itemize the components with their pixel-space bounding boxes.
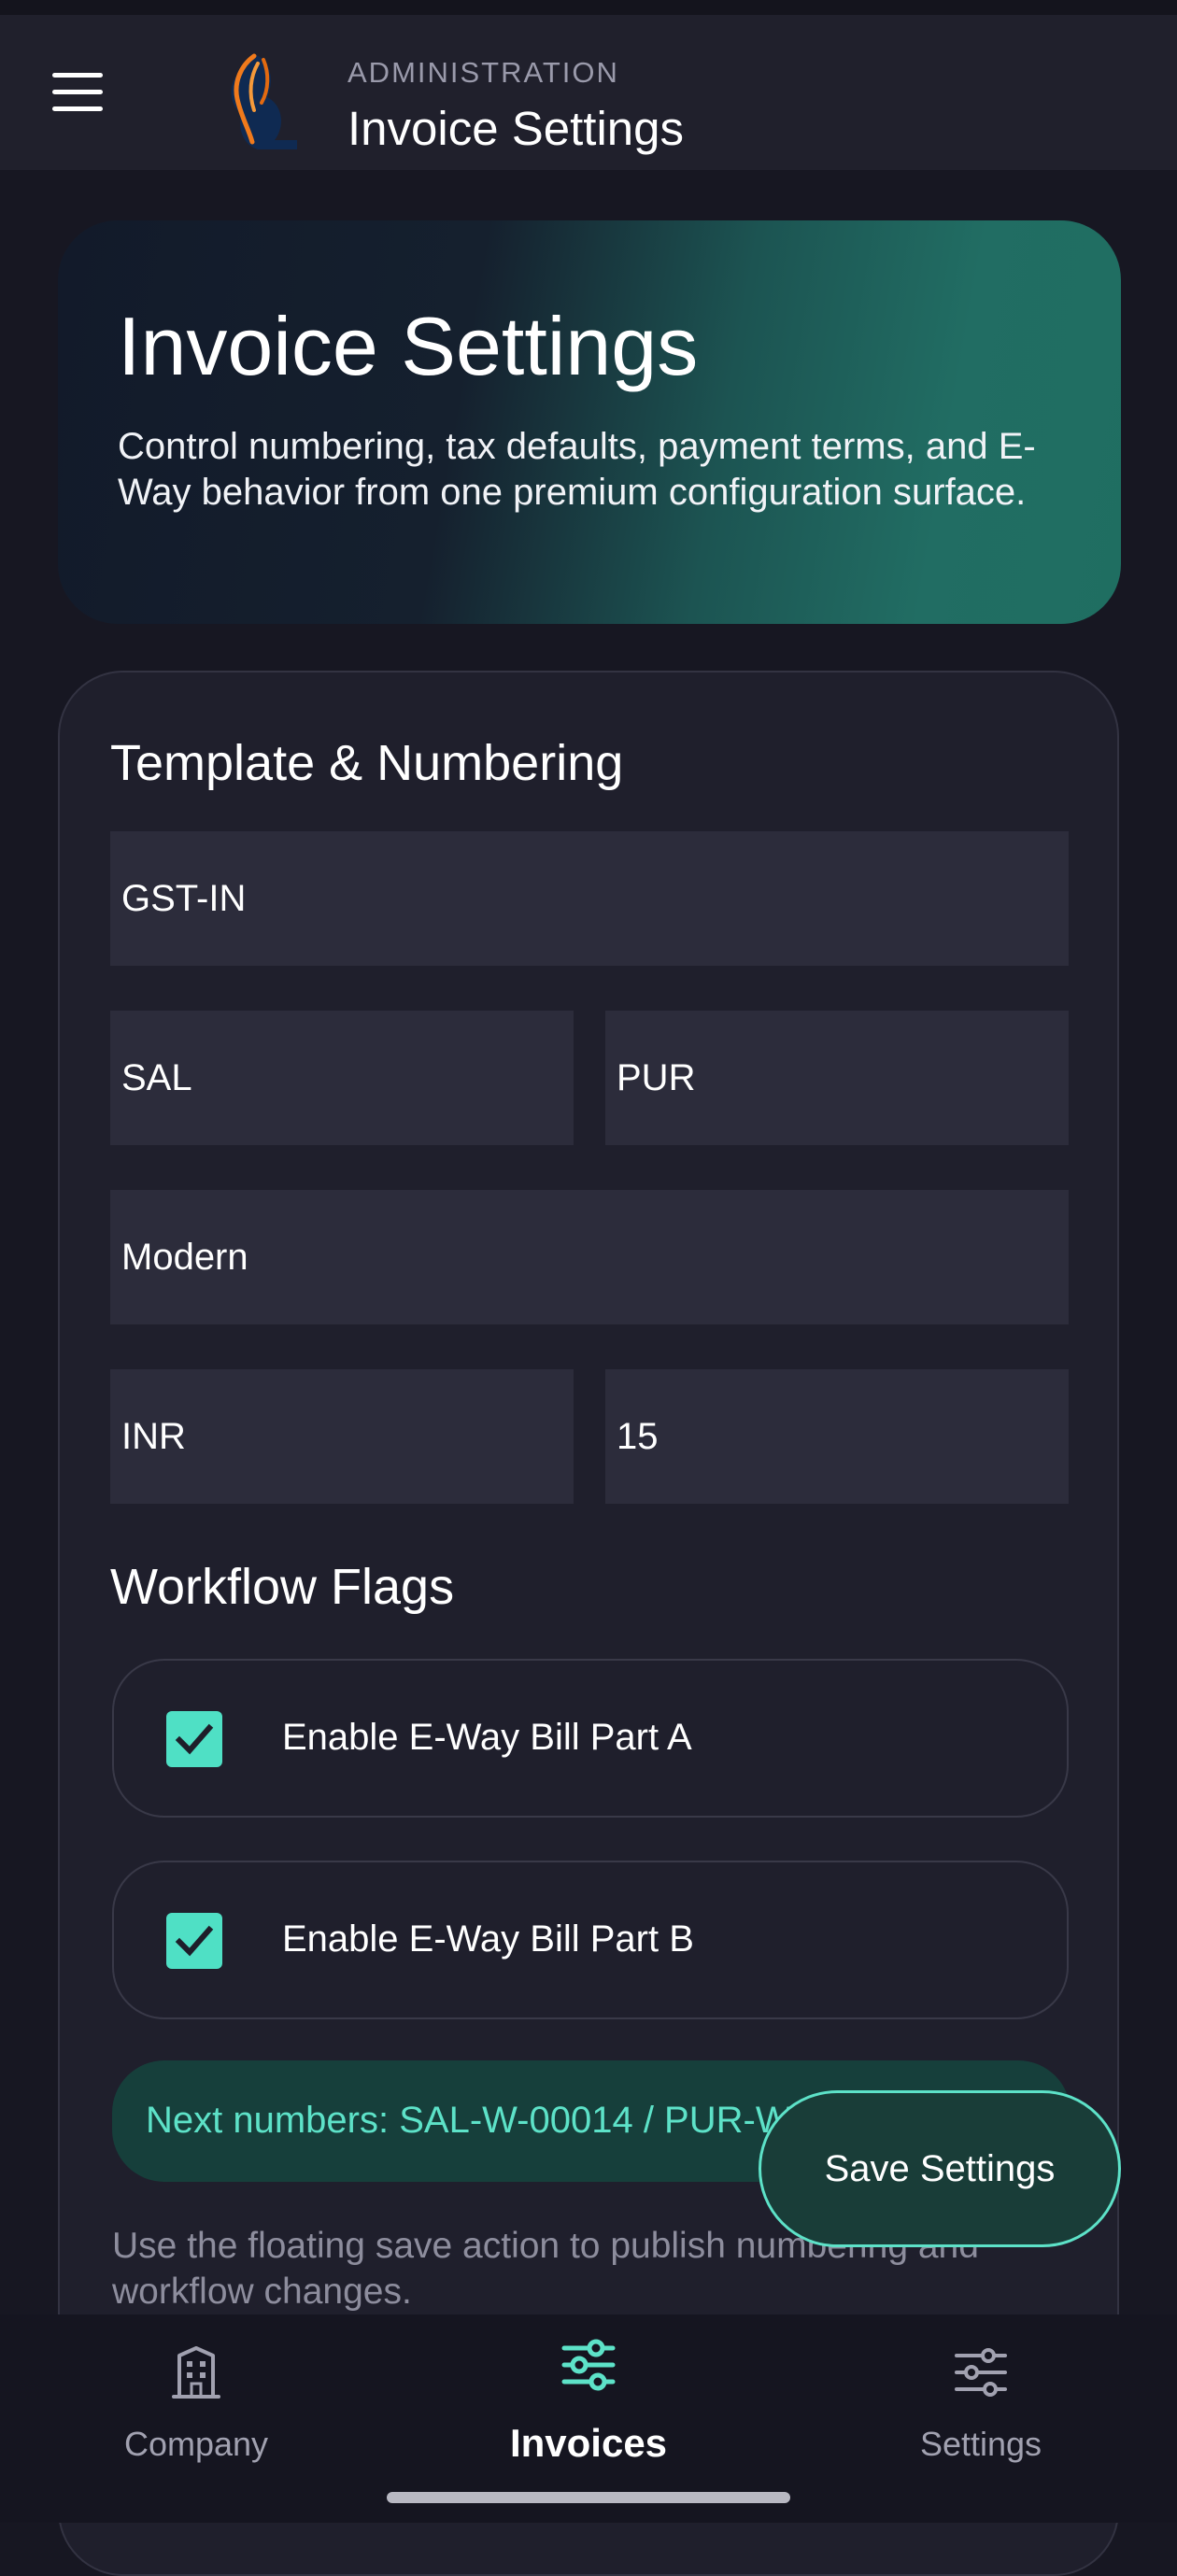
settings-card: Template & Numbering Workflow Flags Enab…: [58, 671, 1119, 2576]
flag-row-eway-part-b[interactable]: Enable E-Way Bill Part B: [112, 1861, 1069, 2019]
hero-description: Control numbering, tax defaults, payment…: [118, 426, 1036, 513]
currency-field[interactable]: [110, 1369, 574, 1504]
sliders-icon: [955, 2348, 1007, 2397]
payment-days-field[interactable]: [605, 1369, 1069, 1504]
menu-icon: [52, 73, 103, 78]
flag-label-eway-part-a: Enable E-Way Bill Part A: [282, 1717, 692, 1758]
home-indicator[interactable]: [387, 2492, 790, 2503]
building-icon: [172, 2346, 220, 2399]
sales-prefix-field[interactable]: [110, 1011, 574, 1145]
template-code-field[interactable]: [110, 831, 1069, 966]
menu-button[interactable]: [47, 69, 108, 118]
flag-label-eway-part-b: Enable E-Way Bill Part B: [282, 1918, 694, 1960]
checkbox-eway-part-a[interactable]: [166, 1711, 222, 1767]
nav-label-invoices: Invoices: [509, 2421, 668, 2465]
nav-item-settings[interactable]: Settings: [841, 2314, 1121, 2501]
conch-shell-logo: [231, 53, 297, 149]
app-bar-overline: ADMINISTRATION: [347, 56, 619, 89]
check-icon: [175, 1925, 214, 1957]
purchase-prefix-field[interactable]: [605, 1011, 1069, 1145]
flag-row-eway-part-a[interactable]: Enable E-Way Bill Part A: [112, 1659, 1069, 1818]
sliders-icon: [561, 2339, 616, 2391]
check-icon: [175, 1723, 214, 1755]
nav-item-company[interactable]: Company: [56, 2314, 336, 2501]
nav-label-settings: Settings: [919, 2425, 1042, 2463]
app-bar: ADMINISTRATION Invoice Settings: [0, 15, 1177, 170]
app-bar-title: Invoice Settings: [347, 102, 685, 155]
checkbox-eway-part-b[interactable]: [166, 1913, 222, 1969]
nav-item-invoices[interactable]: Invoices: [448, 2314, 729, 2501]
save-settings-button[interactable]: Save Settings: [759, 2090, 1121, 2247]
status-bar: [0, 0, 1177, 15]
hero-title: Invoice Settings: [118, 300, 699, 392]
nav-label-company: Company: [123, 2425, 269, 2463]
hero-banner: Invoice Settings Control numbering, tax …: [58, 220, 1121, 624]
template-style-field[interactable]: [110, 1190, 1069, 1324]
section-title-workflow-flags: Workflow Flags: [110, 1559, 455, 1615]
section-title-template-numbering: Template & Numbering: [110, 735, 624, 791]
